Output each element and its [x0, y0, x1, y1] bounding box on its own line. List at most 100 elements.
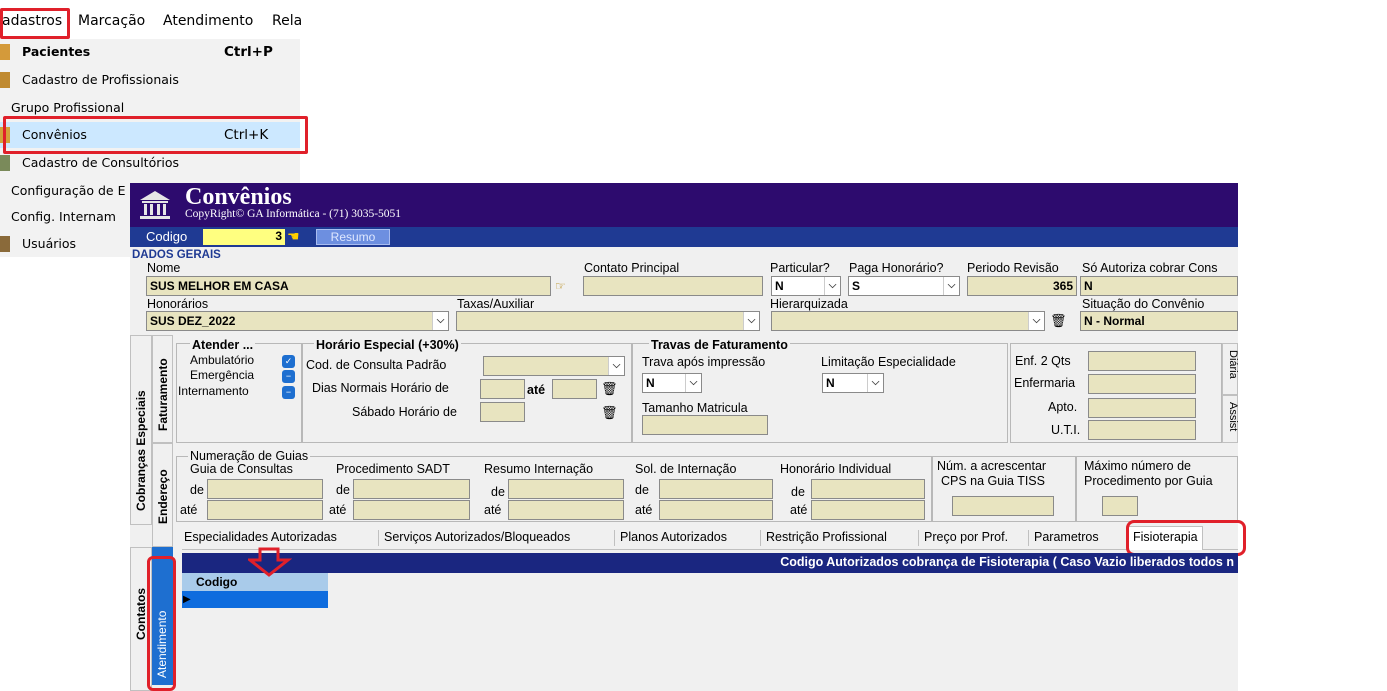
trash-icon[interactable]: 🗑	[601, 405, 618, 423]
so-autoriza-field[interactable]: N	[1080, 276, 1238, 296]
de-label: de	[491, 485, 505, 499]
situacao-field[interactable]: N - Normal	[1080, 311, 1238, 331]
ambulatorio-checkbox[interactable]: ✓	[282, 355, 295, 368]
trava-impressao-select[interactable]: N ⌵	[642, 373, 702, 393]
ate-label: até	[484, 503, 502, 517]
dias-normais-ate-field[interactable]	[552, 379, 597, 399]
tab-preco[interactable]: Preço por Prof.	[924, 530, 1008, 544]
apto-field[interactable]	[1088, 398, 1196, 418]
tab-especialidades[interactable]: Especialidades Autorizadas	[184, 530, 337, 544]
sadt-ate-field[interactable]	[353, 500, 470, 520]
honorario-individual-de-field[interactable]	[811, 479, 925, 499]
tab-faturamento[interactable]: Faturamento	[152, 335, 173, 443]
de-label: de	[635, 483, 649, 497]
tamanho-matricula-field[interactable]	[642, 415, 768, 435]
honorarios-value: SUS DEZ_2022	[150, 314, 236, 328]
maximo-field[interactable]	[1102, 496, 1138, 516]
enf2-field[interactable]	[1088, 351, 1196, 371]
tab-parametros[interactable]: Parametros	[1034, 530, 1099, 544]
tab-separator	[760, 530, 761, 546]
taxas-select[interactable]: ⌵	[456, 311, 760, 331]
copyright-text: CopyRight© GA Informática - (71) 3035-50…	[185, 208, 402, 220]
chevron-down-icon[interactable]: ⌵	[824, 277, 840, 295]
codigo-input[interactable]: 3	[203, 229, 285, 245]
highlight-cadastros	[0, 8, 70, 39]
num-acrescentar-field[interactable]	[952, 496, 1054, 516]
honorarios-select[interactable]: SUS DEZ_2022 ⌵	[146, 311, 449, 331]
menu-atendimento[interactable]: Atendimento	[163, 13, 253, 29]
chevron-down-icon[interactable]: ⌵	[743, 312, 759, 330]
trash-icon[interactable]: 🗑	[601, 381, 618, 399]
resumo-internacao-de-field[interactable]	[508, 479, 624, 499]
tab-assist[interactable]: Assist	[1222, 395, 1239, 443]
emergencia-checkbox[interactable]: −	[282, 370, 295, 383]
chevron-down-icon[interactable]: ⌵	[1028, 312, 1044, 330]
particular-value: N	[775, 279, 784, 293]
sol-internacao-de-field[interactable]	[659, 479, 773, 499]
tab-endereco-label: Endereço	[156, 469, 170, 524]
apto-label: Apto.	[1048, 400, 1078, 414]
edit-hand-icon[interactable]: ☞	[555, 279, 566, 293]
uti-field[interactable]	[1088, 420, 1196, 440]
tab-restricao[interactable]: Restrição Profissional	[766, 530, 887, 544]
guias-title: Numeração de Guias	[188, 449, 311, 463]
internamento-checkbox[interactable]: −	[282, 386, 295, 399]
fisioterapia-grid[interactable]: Codigo ▶	[182, 573, 328, 609]
limitacao-select[interactable]: N ⌵	[822, 373, 884, 393]
cod-consulta-select[interactable]: ⌵	[483, 356, 625, 376]
contato-label: Contato Principal	[584, 261, 680, 275]
tab-servicos[interactable]: Serviços Autorizados/Bloqueados	[384, 530, 570, 544]
tab-contatos-label: Contatos	[134, 588, 148, 640]
ate-label: até	[329, 503, 347, 517]
paga-honorario-select[interactable]: S ⌵	[848, 276, 960, 296]
menu-item-pacientes[interactable]: Pacientes Ctrl+P	[0, 39, 300, 65]
tab-diaria-label: Diária	[1227, 350, 1239, 379]
menu-item-profissionais[interactable]: Cadastro de Profissionais	[0, 67, 300, 93]
menu-item-label: Configuração de E	[11, 183, 126, 198]
periodo-revisao-field[interactable]: 365	[967, 276, 1077, 296]
maximo-label: Máximo número de	[1084, 459, 1191, 473]
honorario-individual-ate-field[interactable]	[811, 500, 925, 520]
enf2-label: Enf. 2 Qts	[1015, 354, 1071, 368]
de-label: de	[190, 483, 204, 497]
sabado-field[interactable]	[480, 402, 525, 422]
tab-separator	[614, 530, 615, 546]
menu-item-shortcut: Ctrl+P	[224, 44, 273, 60]
chevron-down-icon[interactable]: ⌵	[432, 312, 448, 330]
nome-field[interactable]: SUS MELHOR EM CASA	[146, 276, 551, 296]
chevron-down-icon[interactable]: ⌵	[943, 277, 959, 295]
resumo-button[interactable]: Resumo	[316, 229, 390, 245]
sol-internacao-ate-field[interactable]	[659, 500, 773, 520]
sadt-de-field[interactable]	[353, 479, 470, 499]
limitacao-label: Limitação Especialidade	[821, 355, 956, 369]
menu-relatorios[interactable]: Rela	[272, 13, 302, 29]
menu-marcacao[interactable]: Marcação	[78, 13, 145, 29]
particular-select[interactable]: N ⌵	[771, 276, 841, 296]
dias-normais-de-field[interactable]	[480, 379, 525, 399]
guia-consultas-ate-field[interactable]	[207, 500, 323, 520]
situacao-label: Situação do Convênio	[1082, 297, 1205, 311]
office-icon	[0, 155, 10, 171]
tab-separator	[378, 530, 379, 546]
tab-cobrancas-especiais[interactable]: Cobranças Especiais	[130, 335, 152, 525]
pointer-hand-icon[interactable]: ☚	[287, 228, 300, 245]
resumo-internacao-ate-field[interactable]	[508, 500, 624, 520]
chevron-down-icon[interactable]: ⌵	[608, 357, 624, 375]
chevron-down-icon[interactable]: ⌵	[685, 374, 701, 392]
guia-consultas-de-field[interactable]	[207, 479, 323, 499]
table-row[interactable]	[182, 591, 328, 608]
bottom-tabs: Especialidades Autorizadas Serviços Auto…	[182, 526, 1238, 550]
tab-endereco[interactable]: Endereço	[152, 443, 173, 547]
trash-icon[interactable]: 🗑	[1050, 313, 1067, 331]
tab-planos[interactable]: Planos Autorizados	[620, 530, 727, 544]
ate-label: até	[527, 383, 546, 397]
enfermaria-field[interactable]	[1088, 374, 1196, 394]
tamanho-matricula-label: Tamanho Matricula	[642, 401, 748, 415]
menu-item-label: Cadastro de Profissionais	[22, 72, 179, 87]
hierarquizada-select[interactable]: ⌵	[771, 311, 1045, 331]
tab-diaria[interactable]: Diária	[1222, 343, 1239, 395]
tab-assist-label: Assist	[1227, 402, 1239, 432]
contato-field[interactable]	[583, 276, 763, 296]
menu-item-label: Usuários	[22, 236, 77, 251]
chevron-down-icon[interactable]: ⌵	[867, 374, 883, 392]
